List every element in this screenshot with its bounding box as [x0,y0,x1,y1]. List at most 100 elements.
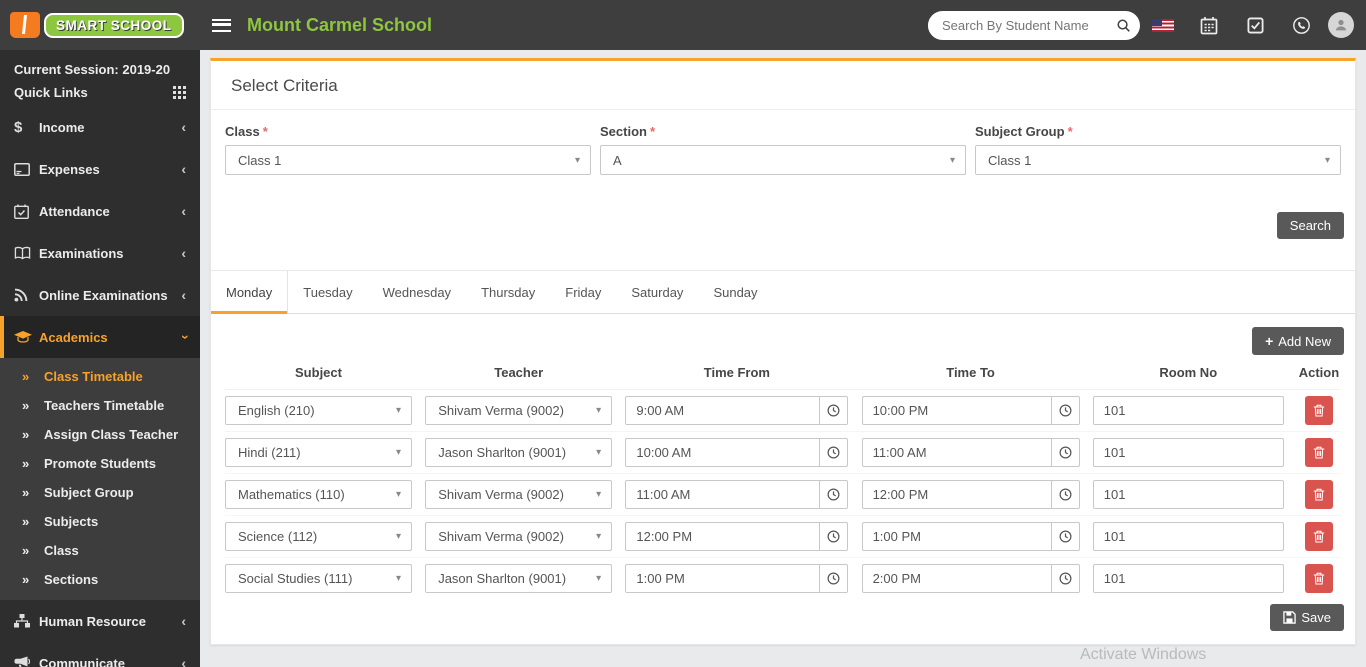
room-no-input[interactable] [1092,438,1284,467]
task-check-icon[interactable] [1232,17,1278,34]
sidebar-item-human-resource[interactable]: Human Resource ‹ [0,600,200,642]
sidebar-item-examinations[interactable]: Examinations ‹ [0,232,200,274]
delete-row-button[interactable] [1304,480,1333,509]
caret-down-icon: ▾ [395,531,401,542]
subject-select[interactable]: Science (112) ▾ [225,522,412,551]
select-criteria-form: Class * Class 1 ▾ Section * A ▾ Subject Gr… [211,110,1355,175]
subject-select[interactable]: Social Studies (111) ▾ [225,564,412,593]
tab-tuesday[interactable]: Tuesday [288,271,367,313]
sidebar-item-academics[interactable]: Academics ‹ [0,316,200,358]
class-select-value: Class 1 [238,152,282,168]
hamburger-menu-icon[interactable] [212,18,231,32]
clock-icon[interactable] [1051,564,1080,593]
tab-thursday[interactable]: Thursday [466,271,550,313]
sidebar-subitem-sections[interactable]: » Sections [0,565,200,594]
quick-links-label: Quick Links [14,85,88,100]
time-to-input[interactable] [861,396,1052,425]
activate-windows-watermark: Activate Windows [1080,646,1207,663]
sidebar-item-online-examinations[interactable]: Online Examinations ‹ [0,274,200,316]
clock-icon[interactable] [1051,480,1080,509]
class-select[interactable]: Class 1 ▾ [225,145,591,175]
column-header-time-to: Time To [946,365,995,380]
time-to-input[interactable] [861,522,1052,551]
time-to-input[interactable] [861,480,1052,509]
tab-friday[interactable]: Friday [550,271,616,313]
save-button[interactable]: Save [1270,604,1344,631]
teacher-select[interactable]: Shivam Verma (9002) ▾ [425,480,613,509]
user-avatar[interactable] [1328,12,1354,38]
sidebar-subitem-teachers-timetable[interactable]: » Teachers Timetable [0,391,200,420]
academics-submenu: » Class Timetable » Teachers Timetable »… [0,358,200,600]
subject-group-label: Subject Group [975,124,1065,139]
caret-down-icon: ▾ [395,489,401,500]
sidebar-subitem-assign-class-teacher[interactable]: » Assign Class Teacher [0,420,200,449]
tab-sunday[interactable]: Sunday [698,271,772,313]
delete-row-button[interactable] [1304,522,1333,551]
section-label: Section [600,124,647,139]
search-input[interactable] [928,17,1106,33]
tab-wednesday[interactable]: Wednesday [368,271,466,313]
subject-select[interactable]: English (210) ▾ [225,396,412,425]
time-from-input[interactable] [625,564,821,593]
quick-links[interactable]: Quick Links [0,78,200,106]
chevron-left-icon: ‹ [181,161,186,177]
sidebar-subitem-class-timetable[interactable]: » Class Timetable [0,362,200,391]
clock-icon[interactable] [820,396,849,425]
teacher-select[interactable]: Jason Sharlton (9001) ▾ [425,564,613,593]
subject-group-select[interactable]: Class 1 ▾ [975,145,1341,175]
whatsapp-icon[interactable] [1278,16,1324,35]
time-from-input[interactable] [625,522,821,551]
add-new-button[interactable]: + Add New [1252,327,1344,355]
teacher-select[interactable]: Shivam Verma (9002) ▾ [425,396,613,425]
sidebar-item-income[interactable]: $ Income ‹ [0,106,200,148]
room-no-input[interactable] [1092,564,1284,593]
room-no-input[interactable] [1092,396,1284,425]
time-to-input[interactable] [861,438,1052,467]
sidebar-item-attendance[interactable]: Attendance ‹ [0,190,200,232]
language-flag-icon[interactable] [1140,18,1186,32]
table-row: Mathematics (110) ▾ Shivam Verma (9002) ▾ [225,474,1341,516]
clock-icon[interactable] [820,564,849,593]
sidebar-subitem-promote-students[interactable]: » Promote Students [0,449,200,478]
subject-group-field: Subject Group * Class 1 ▾ [975,124,1341,175]
delete-row-button[interactable] [1304,396,1333,425]
tab-saturday[interactable]: Saturday [616,271,698,313]
room-no-input[interactable] [1092,480,1284,509]
search-icon[interactable] [1106,11,1140,40]
clock-icon[interactable] [820,522,849,551]
room-no-input[interactable] [1092,522,1284,551]
section-select[interactable]: A ▾ [600,145,966,175]
subject-select[interactable]: Mathematics (110) ▾ [225,480,412,509]
sidebar-item-communicate[interactable]: Communicate ‹ [0,642,200,667]
delete-row-button[interactable] [1304,564,1333,593]
search-button[interactable]: Search [1276,212,1344,239]
grid-icon [173,86,186,99]
chevron-left-icon: ‹ [181,655,186,667]
calendar-icon[interactable] [1186,16,1232,35]
time-from-input[interactable] [625,438,821,467]
tab-monday[interactable]: Monday [211,271,289,314]
delete-row-button[interactable] [1304,438,1333,467]
time-from-input[interactable] [625,480,821,509]
app-logo[interactable]: SMART SCHOOL [0,12,200,38]
caret-down-icon: ▾ [596,573,602,584]
subject-select[interactable]: Hindi (211) ▾ [225,438,412,467]
clock-icon[interactable] [1051,522,1080,551]
sidebar-item-expenses[interactable]: Expenses ‹ [0,148,200,190]
clock-icon[interactable] [820,438,849,467]
time-to-input[interactable] [861,564,1052,593]
teacher-select[interactable]: Shivam Verma (9002) ▾ [425,522,613,551]
teacher-select[interactable]: Jason Sharlton (9001) ▾ [425,438,613,467]
current-session-label: Current Session: 2019-20 [14,62,171,77]
clock-icon[interactable] [820,480,849,509]
column-header-subject: Subject [295,365,342,380]
page-title: Select Criteria [211,61,1355,110]
sidebar-subitem-class[interactable]: » Class [0,536,200,565]
class-label: Class [225,124,260,139]
time-from-input[interactable] [625,396,821,425]
clock-icon[interactable] [1051,438,1080,467]
sidebar-subitem-subject-group[interactable]: » Subject Group [0,478,200,507]
sidebar-subitem-subjects[interactable]: » Subjects [0,507,200,536]
caret-down-icon: ▾ [395,573,401,584]
clock-icon[interactable] [1051,396,1080,425]
